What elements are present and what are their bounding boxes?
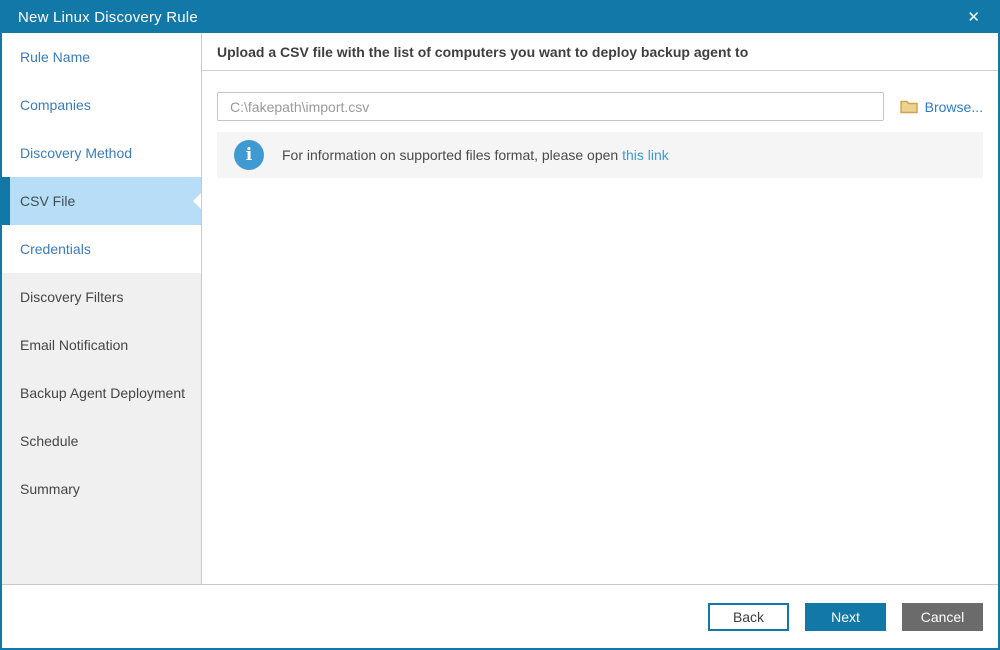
close-icon[interactable]: ✕: [963, 8, 984, 27]
sidebar-item-csv-file[interactable]: CSV File: [2, 177, 201, 225]
next-button[interactable]: Next: [805, 603, 886, 631]
file-upload-row: Browse...: [217, 92, 983, 121]
supported-files-format-link[interactable]: this link: [622, 147, 669, 163]
sidebar-item-label: Discovery Method: [20, 145, 132, 161]
sidebar-item-rule-name[interactable]: Rule Name: [2, 33, 201, 81]
sidebar-item-label: CSV File: [20, 193, 75, 209]
info-banner: i For information on supported files for…: [217, 132, 983, 178]
info-banner-message: For information on supported files forma…: [282, 147, 622, 163]
dialog-footer: Back Next Cancel: [2, 584, 998, 648]
browse-label: Browse...: [925, 99, 983, 115]
sidebar-item-label: Email Notification: [20, 337, 128, 353]
info-icon: i: [234, 140, 264, 170]
sidebar-item-backup-agent-deployment: Backup Agent Deployment: [2, 369, 201, 417]
step-body: Browse... i For information on supported…: [202, 71, 998, 584]
new-linux-discovery-rule-dialog: New Linux Discovery Rule ✕ Rule Name Com…: [0, 0, 1000, 650]
sidebar-item-email-notification: Email Notification: [2, 321, 201, 369]
csv-file-path-input[interactable]: [217, 92, 884, 121]
sidebar-item-label: Summary: [20, 481, 80, 497]
info-banner-text: For information on supported files forma…: [282, 147, 669, 163]
sidebar-item-summary: Summary: [2, 465, 201, 513]
sidebar-item-label: Schedule: [20, 433, 78, 449]
cancel-button[interactable]: Cancel: [902, 603, 983, 631]
back-button[interactable]: Back: [708, 603, 789, 631]
step-title: Upload a CSV file with the list of compu…: [202, 33, 998, 71]
step-content: Upload a CSV file with the list of compu…: [202, 33, 998, 584]
wizard-steps-sidebar: Rule Name Companies Discovery Method CSV…: [2, 33, 202, 584]
sidebar-item-label: Backup Agent Deployment: [20, 385, 185, 401]
sidebar-item-credentials[interactable]: Credentials: [2, 225, 201, 273]
sidebar-item-label: Rule Name: [20, 49, 90, 65]
sidebar-item-label: Discovery Filters: [20, 289, 123, 305]
dialog-titlebar: New Linux Discovery Rule ✕: [2, 2, 998, 33]
browse-button[interactable]: Browse...: [900, 99, 983, 115]
sidebar-item-label: Companies: [20, 97, 91, 113]
folder-icon: [900, 99, 918, 114]
sidebar-item-companies[interactable]: Companies: [2, 81, 201, 129]
sidebar-filler: [2, 513, 201, 584]
sidebar-item-label: Credentials: [20, 241, 91, 257]
dialog-body: Rule Name Companies Discovery Method CSV…: [2, 33, 998, 584]
sidebar-item-discovery-filters: Discovery Filters: [2, 273, 201, 321]
sidebar-item-schedule: Schedule: [2, 417, 201, 465]
dialog-title: New Linux Discovery Rule: [18, 9, 198, 26]
sidebar-item-discovery-method[interactable]: Discovery Method: [2, 129, 201, 177]
